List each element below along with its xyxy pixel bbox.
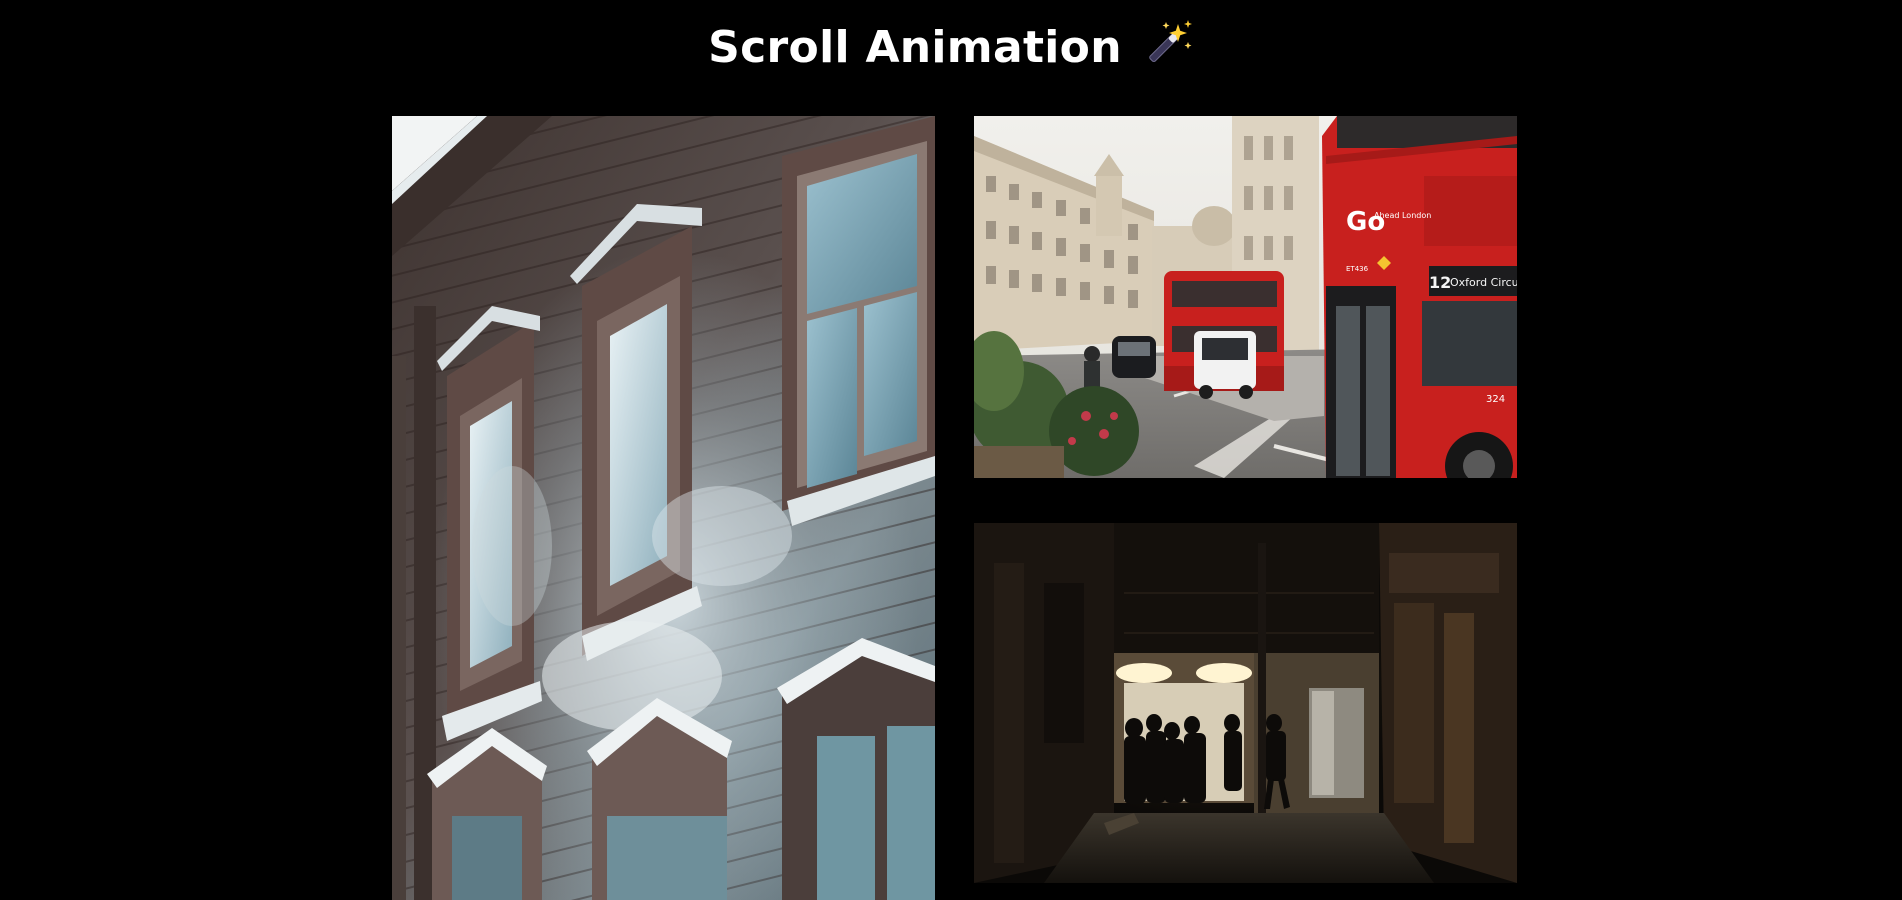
gallery-image-frosted-house bbox=[392, 116, 935, 900]
bus-destination-sign: Oxford Circus bbox=[1450, 276, 1517, 289]
frosted-house-illustration bbox=[392, 116, 935, 900]
page-title: Scroll Animation bbox=[0, 18, 1902, 78]
dark-alley-illustration bbox=[974, 523, 1517, 883]
gallery-image-london-street: Go Ahead London ET436 12 Oxford Circus 3… bbox=[974, 116, 1517, 478]
bus-brand-sub: Ahead London bbox=[1374, 211, 1431, 220]
bus-side-number: 324 bbox=[1486, 394, 1505, 405]
page: Scroll Animation Go Ahead London ET436 1… bbox=[0, 0, 1902, 900]
bus-fleet-code: ET436 bbox=[1346, 265, 1369, 273]
gallery-image-dark-alley bbox=[974, 523, 1517, 883]
bus-route-number: 12 bbox=[1429, 273, 1451, 292]
magic-wand-sparkles-icon bbox=[1142, 18, 1194, 70]
page-title-text: Scroll Animation bbox=[708, 22, 1122, 73]
london-street-illustration: Go Ahead London ET436 12 Oxford Circus 3… bbox=[974, 116, 1517, 478]
